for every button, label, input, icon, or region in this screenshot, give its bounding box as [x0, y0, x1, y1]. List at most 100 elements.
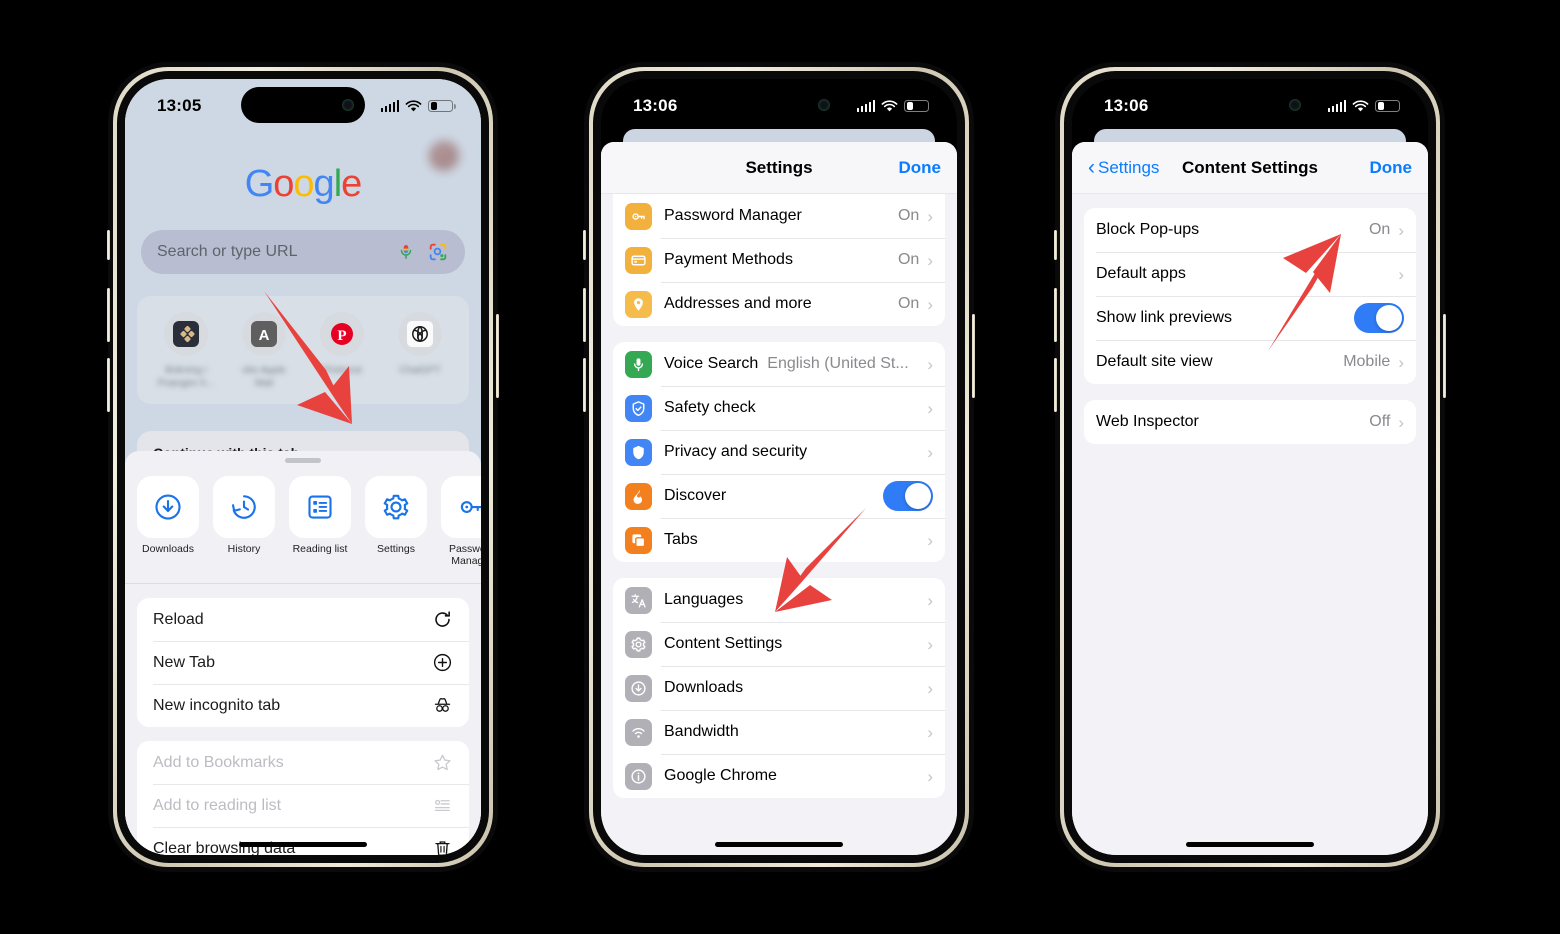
- volume-up-button[interactable]: [107, 288, 110, 342]
- home-indicator[interactable]: [715, 842, 843, 847]
- chevron-right-icon: ›: [927, 250, 933, 270]
- chevron-right-icon: ›: [927, 442, 933, 462]
- tile-icon-wrap: P: [320, 312, 364, 356]
- dynamic-island: [241, 87, 365, 123]
- power-button[interactable]: [1443, 314, 1446, 398]
- settings-row-google-chrome[interactable]: Google Chrome ›: [613, 754, 945, 798]
- done-button[interactable]: Done: [1370, 158, 1413, 178]
- home-indicator[interactable]: [239, 842, 367, 847]
- front-camera-icon: [342, 99, 354, 111]
- settings-row-voice-search[interactable]: Voice Search English (United St... ›: [613, 342, 945, 386]
- quick-action-settings[interactable]: Settings: [365, 476, 427, 567]
- settings-row-safety-check[interactable]: Safety check ›: [613, 386, 945, 430]
- settings-row-label: Default apps: [1096, 265, 1186, 282]
- settings-row-password-manager[interactable]: Password Manager On ›: [613, 194, 945, 238]
- settings-row-label: Bandwidth: [664, 723, 739, 740]
- settings-row-default-site-view[interactable]: Default site view Mobile ›: [1084, 340, 1416, 384]
- status-time: 13:06: [633, 96, 678, 115]
- discover-flame-icon: [625, 482, 652, 510]
- content-settings-group-1: Block Pop-ups On › Default apps › Show l…: [1084, 208, 1416, 384]
- tile-icon-wrap: A: [242, 312, 286, 356]
- shortcut-tile[interactable]: Bokning i Poangen h...: [155, 312, 217, 390]
- power-button[interactable]: [496, 314, 499, 398]
- done-button[interactable]: Done: [899, 158, 942, 178]
- chevron-right-icon: ›: [927, 294, 933, 314]
- status-bar-3: 13:06: [1072, 79, 1428, 133]
- settings-row-downloads[interactable]: Downloads ›: [613, 666, 945, 710]
- settings-row-bandwidth[interactable]: Bandwidth ›: [613, 710, 945, 754]
- settings-row-payment-methods[interactable]: Payment Methods On ›: [613, 238, 945, 282]
- settings-row-label: Show link previews: [1096, 309, 1233, 326]
- chevron-right-icon: ›: [927, 722, 933, 742]
- avatar[interactable]: [429, 141, 459, 171]
- logo-letter: o: [273, 163, 294, 205]
- settings-row-addresses-and-more[interactable]: Addresses and more On ›: [613, 282, 945, 326]
- settings-row-privacy-and-security[interactable]: Privacy and security ›: [613, 430, 945, 474]
- settings-row-tabs[interactable]: Tabs ›: [613, 518, 945, 562]
- mute-switch[interactable]: [1054, 230, 1057, 260]
- google-lens-icon[interactable]: [427, 241, 449, 263]
- menu-item-reload[interactable]: Reload: [137, 598, 469, 641]
- settings-row-value: On: [897, 295, 920, 312]
- search-input[interactable]: Search or type URL: [141, 230, 465, 274]
- settings-row-label: Safety check: [664, 399, 756, 416]
- settings-row-label: Downloads: [664, 679, 744, 696]
- shortcut-tile[interactable]: A obs Apple Mail: [233, 312, 295, 390]
- shortcut-tile[interactable]: P Pinterest: [311, 312, 373, 390]
- settings-list: Password Manager On › Payment Methods On…: [601, 194, 957, 855]
- volume-up-button[interactable]: [1054, 288, 1057, 342]
- tile-icon-wrap: [398, 312, 442, 356]
- quick-action-reading-list[interactable]: Reading list: [289, 476, 351, 567]
- shortcut-tile[interactable]: ChatGPT: [389, 312, 451, 390]
- volume-up-button[interactable]: [583, 288, 586, 342]
- menu-item-new-incognito-tab[interactable]: New incognito tab: [137, 684, 469, 727]
- microphone-icon[interactable]: [395, 241, 417, 263]
- quick-action-downloads[interactable]: Downloads: [137, 476, 199, 567]
- google-logo: Google: [125, 163, 481, 206]
- volume-down-button[interactable]: [107, 358, 110, 412]
- home-indicator[interactable]: [1186, 842, 1314, 847]
- settings-row-value: On: [897, 251, 920, 268]
- status-bar-1: 13:05: [125, 79, 481, 133]
- wifi-icon: [405, 99, 422, 111]
- chevron-right-icon: ›: [927, 206, 933, 226]
- wifi-icon: [881, 99, 898, 111]
- battery-icon: [904, 99, 932, 113]
- back-button[interactable]: ‹ Settings: [1088, 157, 1159, 178]
- most-visited-tiles: Bokning i Poangen h... A obs Apple Mail: [137, 296, 469, 404]
- credit-card-icon: [625, 246, 652, 274]
- show-link-previews-toggle[interactable]: [1354, 303, 1404, 333]
- tabs-icon: [625, 526, 652, 554]
- cellular-signal-icon: [856, 100, 875, 112]
- settings-row-default-apps[interactable]: Default apps ›: [1084, 252, 1416, 296]
- mute-switch[interactable]: [583, 230, 586, 260]
- settings-row-content-settings[interactable]: Content Settings ›: [613, 622, 945, 666]
- settings-row-languages[interactable]: Languages ›: [613, 578, 945, 622]
- settings-row-block-popups[interactable]: Block Pop-ups On ›: [1084, 208, 1416, 252]
- translate-icon: [625, 586, 652, 614]
- gear-icon: [383, 494, 409, 520]
- settings-row-discover[interactable]: Discover: [613, 474, 945, 518]
- power-button[interactable]: [972, 314, 975, 398]
- front-camera-icon: [818, 99, 830, 111]
- quick-actions-row[interactable]: Downloads History Reading list Settings …: [125, 463, 481, 577]
- download-icon: [625, 674, 652, 702]
- settings-row-label: Languages: [664, 591, 744, 608]
- settings-row-label: Content Settings: [664, 635, 783, 652]
- settings-row-show-link-previews[interactable]: Show link previews: [1084, 296, 1416, 340]
- chevron-right-icon: ›: [1398, 412, 1404, 432]
- menu-item-new-tab[interactable]: New Tab: [137, 641, 469, 684]
- menu-item-clear-browsing-data[interactable]: Clear browsing data: [137, 827, 469, 855]
- mute-switch[interactable]: [107, 230, 110, 260]
- quick-action-history[interactable]: History: [213, 476, 275, 567]
- volume-down-button[interactable]: [583, 358, 586, 412]
- settings-row-web-inspector[interactable]: Web Inspector Off ›: [1084, 400, 1416, 444]
- battery-icon: [428, 99, 456, 113]
- settings-row-label: Password Manager: [664, 207, 802, 224]
- quick-icon-wrap: [289, 476, 351, 538]
- quick-action-password-manager[interactable]: Password Manager: [441, 476, 481, 567]
- volume-down-button[interactable]: [1054, 358, 1057, 412]
- gear-icon: [625, 630, 652, 658]
- settings-row-label: Privacy and security: [664, 443, 808, 460]
- discover-toggle[interactable]: [883, 481, 933, 511]
